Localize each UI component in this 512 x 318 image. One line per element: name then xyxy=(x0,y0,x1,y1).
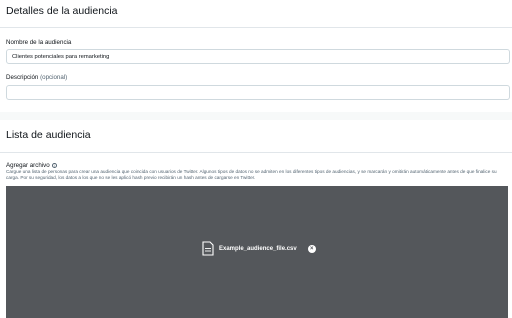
uploaded-file: Example_audience_file.csv × xyxy=(202,241,316,256)
audience-name-input[interactable]: Clientes potenciales para remarketing xyxy=(6,49,510,64)
upload-file-label: Agregar archivo i xyxy=(6,162,57,169)
divider xyxy=(0,152,512,153)
upload-help-text: Cargue una lista de personas para crear … xyxy=(6,169,497,180)
audience-name-value: Clientes potenciales para remarketing xyxy=(12,53,110,60)
audience-form-page: Detalles de la audiencia Nombre de la au… xyxy=(0,0,512,318)
close-icon[interactable]: × xyxy=(307,244,316,253)
description-label-text: Descripción xyxy=(6,74,39,81)
section-separator xyxy=(0,112,512,120)
divider xyxy=(0,27,512,28)
upload-file-label-text: Agregar archivo xyxy=(6,162,50,169)
file-name: Example_audience_file.csv xyxy=(219,245,297,252)
info-icon[interactable]: i xyxy=(51,163,57,168)
file-dropzone[interactable]: Example_audience_file.csv × xyxy=(6,186,508,318)
section-title-audience-list: Lista de audiencia xyxy=(6,129,91,141)
optional-hint: (opcional) xyxy=(40,74,68,81)
document-icon xyxy=(202,241,214,256)
description-input[interactable] xyxy=(6,85,510,100)
description-label: Descripción (opcional) xyxy=(6,74,67,81)
audience-name-label: Nombre de la audiencia xyxy=(6,39,72,46)
section-title-details: Detalles de la audiencia xyxy=(6,5,118,17)
